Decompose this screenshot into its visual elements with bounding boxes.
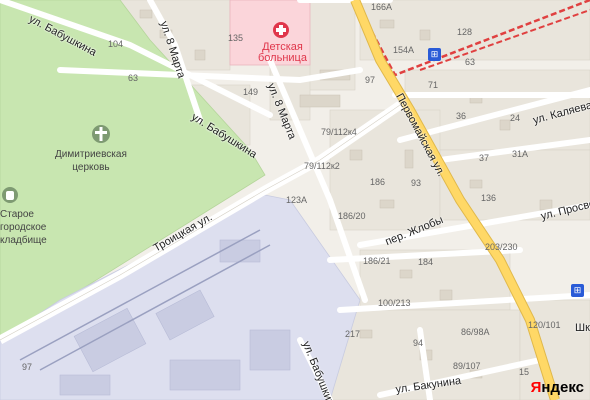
house-number: 94: [413, 338, 424, 348]
yandex-logo-y: Я: [530, 379, 542, 396]
house-number: 135: [228, 33, 244, 43]
house-number: 203/230: [485, 242, 518, 252]
house-number: 37: [479, 153, 490, 163]
house-number: 31А: [512, 149, 529, 159]
house-number: 166А: [371, 2, 393, 12]
map-canvas[interactable]: ул. Бабушкина ул. 8 Марта ул. Бабушкина …: [0, 0, 590, 400]
house-number: 93: [411, 178, 422, 188]
bus-stop-icon[interactable]: ⊞: [571, 284, 584, 297]
house-number: 186/21: [363, 256, 391, 266]
house-number: 86/98А: [461, 327, 490, 337]
house-number: 100/213: [378, 298, 411, 308]
street-label-shk: Шк: [575, 322, 590, 334]
house-number: 79/112к4: [321, 127, 357, 137]
house-number: 123А: [286, 195, 308, 205]
house-number: 36: [456, 111, 467, 121]
house-number: 24: [510, 113, 521, 123]
house-number: 136: [481, 193, 497, 203]
house-number: 79/112к2: [304, 161, 340, 171]
house-number: 97: [22, 362, 33, 372]
house-number: 97: [365, 75, 376, 85]
house-number: 149: [243, 87, 259, 97]
house-number: 89/107: [453, 361, 481, 371]
poi-church-label[interactable]: Димитриевская церковь: [55, 148, 127, 174]
house-number: 186/20: [338, 211, 366, 221]
church-marker: [92, 125, 110, 143]
yandex-logo[interactable]: Яндекс: [531, 379, 584, 396]
poi-cemetery-label[interactable]: Старое городское кладбище: [0, 208, 47, 247]
house-number: 154А: [393, 45, 415, 55]
house-number: 63: [128, 73, 139, 83]
house-number: 120/101: [528, 320, 561, 330]
house-number: 184: [418, 257, 434, 267]
poi-hospital-label[interactable]: Детская больница: [258, 42, 307, 64]
house-number: 217: [345, 329, 361, 339]
house-number: 15: [519, 367, 530, 377]
house-number: 71: [428, 80, 439, 90]
house-number: 128: [457, 27, 473, 37]
house-number: 186: [370, 177, 386, 187]
yandex-logo-rest: ндекс: [541, 379, 584, 396]
bus-stop-icon[interactable]: ⊞: [428, 48, 441, 61]
house-number: 104: [108, 39, 124, 49]
house-number: 63: [465, 57, 476, 67]
